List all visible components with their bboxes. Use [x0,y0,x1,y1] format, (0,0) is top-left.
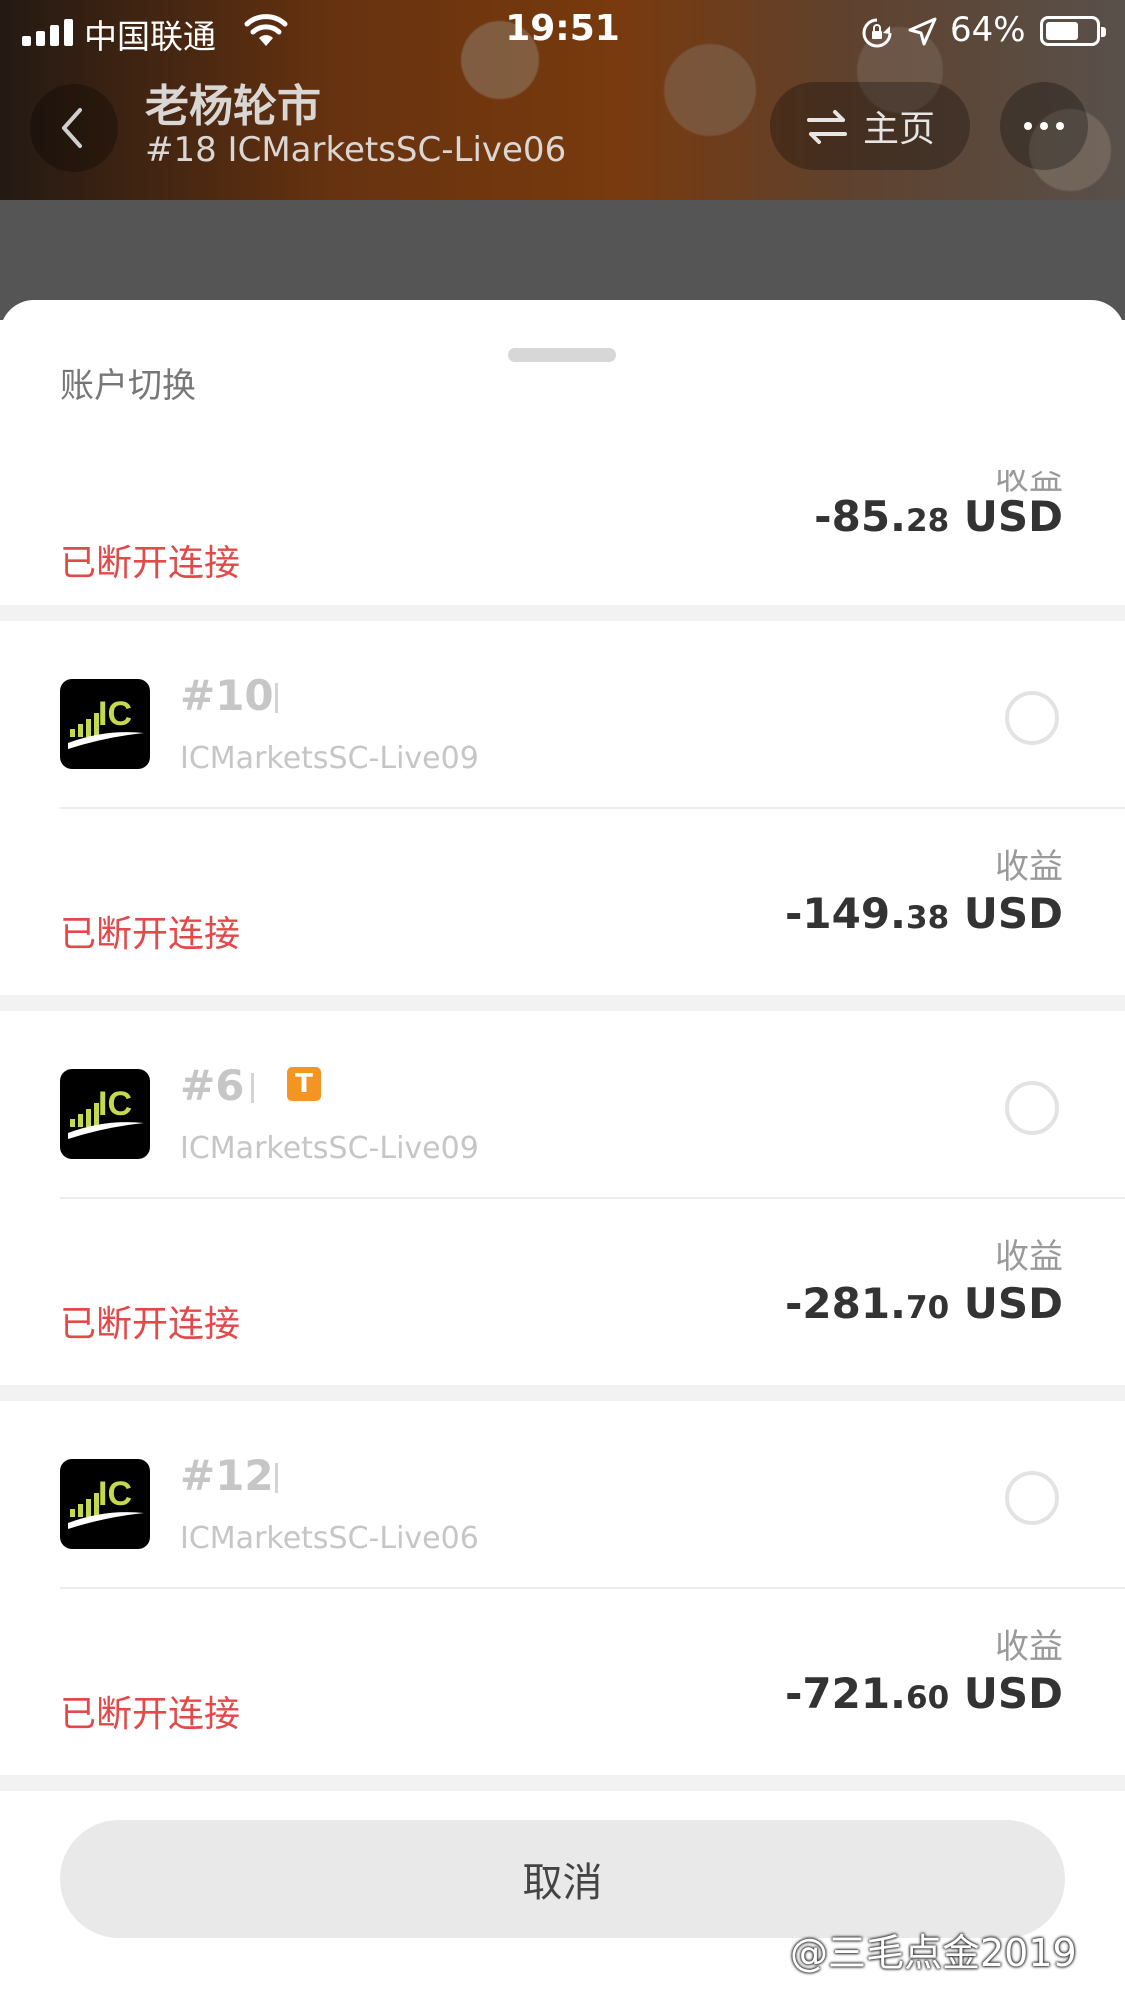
battery-icon [1040,16,1106,46]
icmarkets-logo: IC [60,1459,150,1549]
profit-value: -149.38 USD [784,889,1063,938]
home-button-label: 主页 [862,109,935,150]
account-card[interactable]: IC #12 ICMarketsSC-Live06 收益 已断开连接 -721.… [0,1401,1125,1775]
account-number: #6 [180,1061,245,1110]
sheet-title: 账户切换 [60,366,196,406]
card-separator [0,1385,1125,1401]
server-name: ICMarketsSC-Live09 [180,1131,479,1166]
account-card-partial[interactable]: 收益 已断开连接 -85.28 USD [0,470,1125,625]
account-card[interactable]: IC #10 ICMarketsSC-Live09 收益 已断开连接 -149.… [0,621,1125,995]
switch-arrows-icon [806,110,847,144]
cancel-button[interactable]: 取消 [60,1820,1065,1938]
home-button[interactable]: 主页 [770,82,970,170]
watermark: @三毛点金2019 [790,1931,1077,1975]
drag-handle[interactable] [508,348,616,362]
server-name: ICMarketsSC-Live09 [180,741,479,776]
profit-label: 收益 [995,1627,1063,1667]
back-button[interactable] [30,84,118,172]
profit-label: 收益 [995,1237,1063,1277]
svg-text:IC: IC [98,1085,132,1123]
icmarkets-logo: IC [60,1069,150,1159]
profit-value: -721.60 USD [784,1669,1063,1718]
divider-bar [275,683,278,713]
account-switch-sheet: 账户切换 收益 已断开连接 -85.28 USD IC #10 ICMarket… [0,300,1125,2001]
server-name: ICMarketsSC-Live06 [180,1521,479,1556]
account-number: #12 [180,1451,274,1500]
profit-value: -281.70 USD [784,1279,1063,1328]
account-card[interactable]: IC #6 T ICMarketsSC-Live09 收益 已断开连接 -281… [0,1011,1125,1385]
card-separator [0,995,1125,1011]
location-arrow-icon [908,17,937,46]
rotation-lock-icon [862,18,892,48]
profit-value: -85.28 USD [814,492,1063,541]
page-subtitle: #18 ICMarketsSC-Live06 [145,130,567,170]
select-radio[interactable] [1005,1081,1059,1135]
icmarkets-logo: IC [60,679,150,769]
card-separator [0,1775,1125,1791]
connection-status: 已断开连接 [60,1304,241,1345]
card-separator [0,605,1125,621]
connection-status: 已断开连接 [60,914,241,955]
account-number: #10 [180,671,274,720]
profit-label: 收益 [995,847,1063,887]
status-bar: 中国联通 19:51 64% [0,0,1125,62]
page-title: 老杨轮市 [145,81,321,132]
svg-text:IC: IC [98,695,132,733]
connection-status: 已断开连接 [60,543,241,584]
svg-text:IC: IC [98,1475,132,1513]
battery-percentage: 64% [950,10,1026,50]
divider-bar [251,1073,254,1103]
more-dots-icon [1024,122,1032,130]
divider-bar [275,1463,278,1493]
select-radio[interactable] [1005,1471,1059,1525]
chevron-left-icon [62,108,82,148]
trade-badge: T [287,1067,321,1101]
connection-status: 已断开连接 [60,1694,241,1735]
more-button[interactable] [1000,82,1088,170]
select-radio[interactable] [1005,691,1059,745]
